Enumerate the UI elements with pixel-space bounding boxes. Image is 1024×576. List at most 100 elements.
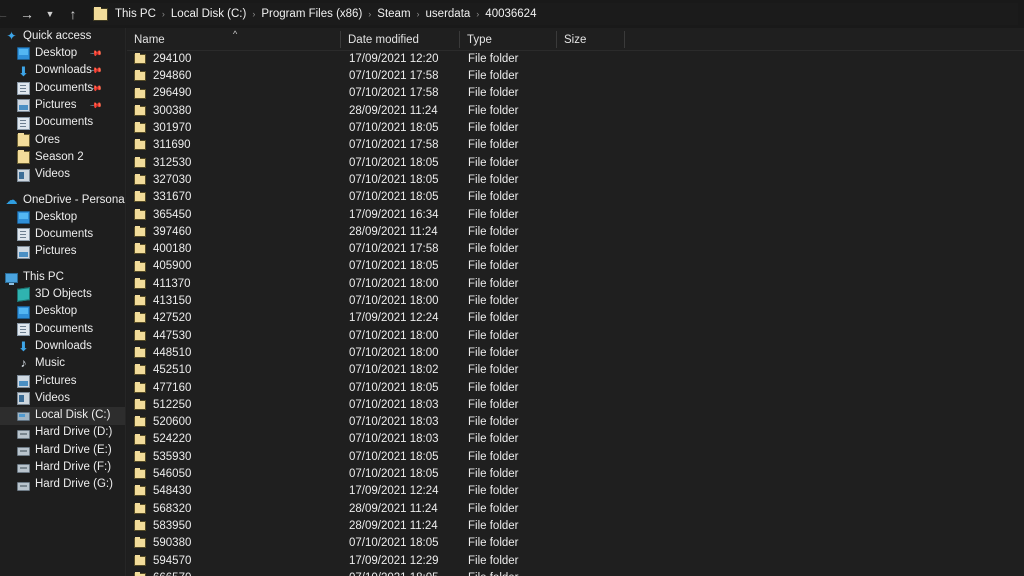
navigation-pane[interactable]: ✦ Quick access Desktop 📌 ⬇ Downloads 📌 Document…	[0, 28, 126, 576]
downloads-icon: ⬇	[18, 339, 29, 355]
folder-icon	[134, 537, 146, 549]
table-row[interactable]: 427520 17/09/2021 12:24 File folder	[127, 310, 1024, 327]
table-row[interactable]: 594570 17/09/2021 12:29 File folder	[127, 553, 1024, 570]
sidebar-item-label: OneDrive - Personal	[23, 193, 126, 206]
sidebar-item-hard-drive-d[interactable]: Hard Drive (D:)	[0, 425, 125, 442]
breadcrumb-item[interactable]: Program Files (x86)	[256, 3, 367, 25]
folder-icon	[134, 104, 146, 116]
table-row[interactable]: 477160 07/10/2021 18:05 File folder	[127, 380, 1024, 397]
table-row[interactable]: 568320 28/09/2021 11:24 File folder	[127, 501, 1024, 518]
file-list-pane[interactable]: Name ^ Date modified Type Size 294100 17/09/2…	[127, 28, 1024, 576]
table-row[interactable]: 535930 07/10/2021 18:05 File folder	[127, 449, 1024, 466]
sidebar-item-season-2[interactable]: Season 2	[0, 149, 125, 166]
table-row[interactable]: 448510 07/10/2021 18:00 File folder	[127, 345, 1024, 362]
sidebar-item-pictures[interactable]: Pictures 📌	[0, 97, 125, 114]
table-row[interactable]: 411370 07/10/2021 18:00 File folder	[127, 276, 1024, 293]
date-modified: 07/10/2021 18:05	[349, 450, 439, 463]
pin-icon[interactable]: 📌	[90, 99, 103, 112]
table-row[interactable]: 66657007/10/2021 18:05File folder	[127, 570, 1024, 576]
table-row[interactable]: 400180 07/10/2021 17:58 File folder	[127, 241, 1024, 258]
column-divider[interactable]	[624, 31, 625, 48]
sidebar-item-hard-drive-e[interactable]: Hard Drive (E:)	[0, 442, 125, 459]
file-type: File folder	[468, 398, 519, 411]
sidebar-item-label: Pictures	[35, 374, 77, 387]
sidebar-item-downloads[interactable]: ⬇ Downloads	[0, 338, 125, 355]
table-row[interactable]: 590380 07/10/2021 18:05 File folder	[127, 535, 1024, 552]
sidebar-item-onedrive-personal[interactable]: ☁ OneDrive - Personal	[0, 192, 126, 209]
sidebar-item-label: Desktop	[35, 210, 78, 223]
column-header-type[interactable]: Type	[460, 28, 492, 51]
table-row[interactable]: 512250 07/10/2021 18:03 File folder	[127, 397, 1024, 414]
file-type: File folder	[468, 416, 519, 429]
pin-icon[interactable]: 📌	[90, 47, 103, 60]
sidebar-item-pictures[interactable]: Pictures	[0, 244, 125, 261]
table-row[interactable]: 397460 28/09/2021 11:24 File folder	[127, 224, 1024, 241]
breadcrumb-item[interactable]: 40036624	[480, 3, 541, 25]
sidebar-item-hard-drive-f[interactable]: Hard Drive (F:)	[0, 459, 125, 476]
folder-icon	[134, 122, 146, 134]
back-button[interactable]: ←	[0, 1, 14, 27]
sidebar-item-desktop[interactable]: Desktop	[0, 209, 125, 226]
sidebar-item-this-pc[interactable]: This PC	[0, 269, 125, 286]
table-row[interactable]: 294860 07/10/2021 17:58 File folder	[127, 68, 1024, 85]
column-header-size[interactable]: Size	[557, 28, 586, 51]
breadcrumb-item[interactable]: Local Disk (C:)	[166, 3, 251, 25]
hard-drive-icon	[17, 446, 30, 456]
sidebar-item-videos[interactable]: Videos	[0, 390, 125, 407]
quick-access-star-icon: ✦	[6, 29, 17, 44]
table-row[interactable]: 524220 07/10/2021 18:03 File folder	[127, 432, 1024, 449]
table-row[interactable]: 300380 28/09/2021 11:24 File folder	[127, 103, 1024, 120]
breadcrumb-item[interactable]: Steam	[372, 3, 415, 25]
table-row[interactable]: 331670 07/10/2021 18:05 File folder	[127, 189, 1024, 206]
breadcrumb[interactable]: This PC › Local Disk (C:) › Program Files (x…	[90, 3, 1018, 25]
sidebar-item-pictures[interactable]: Pictures	[0, 373, 125, 390]
table-row[interactable]: 312530 07/10/2021 18:05 File folder	[127, 155, 1024, 172]
table-row[interactable]: 413150 07/10/2021 18:00 File folder	[127, 293, 1024, 310]
table-row[interactable]: 405900 07/10/2021 18:05 File folder	[127, 259, 1024, 276]
table-row[interactable]: 452510 07/10/2021 18:02 File folder	[127, 362, 1024, 379]
file-name: 301970	[153, 122, 192, 135]
sidebar-item-label: Pictures	[35, 99, 77, 112]
breadcrumb-item[interactable]: This PC	[110, 3, 161, 25]
recent-locations-button[interactable]: ▼	[40, 1, 60, 27]
table-row[interactable]: 447530 07/10/2021 18:00 File folder	[127, 328, 1024, 345]
sidebar-item-documents[interactable]: Documents	[0, 114, 125, 131]
sidebar-item-hard-drive-g[interactable]: Hard Drive (G:)	[0, 476, 125, 493]
sidebar-item-local-disk-c[interactable]: Local Disk (C:)	[0, 407, 125, 425]
sidebar-item-documents[interactable]: Documents 📌	[0, 80, 125, 97]
column-divider[interactable]	[459, 31, 460, 48]
sidebar-item-documents[interactable]: Documents	[0, 321, 125, 338]
up-button[interactable]: ↑	[60, 1, 86, 27]
table-row[interactable]: 311690 07/10/2021 17:58 File folder	[127, 137, 1024, 154]
column-header-date-modified[interactable]: Date modified	[341, 28, 419, 51]
table-row[interactable]: 546050 07/10/2021 18:05 File folder	[127, 466, 1024, 483]
sidebar-item-ores[interactable]: Ores	[0, 132, 125, 149]
file-list[interactable]: 294100 17/09/2021 12:20 File folder 294860 0…	[127, 51, 1024, 576]
table-row[interactable]: 327030 07/10/2021 18:05 File folder	[127, 172, 1024, 189]
breadcrumb-item[interactable]: userdata	[421, 3, 476, 25]
column-divider[interactable]	[556, 31, 557, 48]
column-header-row[interactable]: Name ^ Date modified Type Size	[127, 28, 1024, 51]
sidebar-item-quick-access[interactable]: ✦ Quick access	[0, 28, 125, 45]
table-row[interactable]: 365450 17/09/2021 16:34 File folder	[127, 207, 1024, 224]
table-row[interactable]: 301970 07/10/2021 18:05 File folder	[127, 120, 1024, 137]
sidebar-item-music[interactable]: ♪ Music	[0, 355, 125, 372]
column-header-name[interactable]: Name	[127, 28, 165, 51]
sidebar-item-3d-objects[interactable]: 3D Objects	[0, 286, 125, 303]
date-modified: 17/09/2021 16:34	[349, 208, 439, 221]
sidebar-item-downloads[interactable]: ⬇ Downloads 📌	[0, 63, 125, 80]
table-row[interactable]: 548430 17/09/2021 12:24 File folder	[127, 483, 1024, 500]
sidebar-item-documents[interactable]: Documents	[0, 226, 125, 243]
sidebar-item-desktop[interactable]: Desktop	[0, 303, 125, 320]
sidebar-item-desktop[interactable]: Desktop 📌	[0, 45, 125, 62]
table-row[interactable]: 520600 07/10/2021 18:03 File folder	[127, 414, 1024, 431]
sidebar-item-videos[interactable]: Videos	[0, 166, 125, 183]
table-row[interactable]: 294100 17/09/2021 12:20 File folder	[127, 51, 1024, 68]
file-name: 413150	[153, 295, 192, 308]
table-row[interactable]: 583950 28/09/2021 11:24 File folder	[127, 518, 1024, 535]
folder-icon	[134, 520, 146, 532]
forward-button[interactable]: →	[14, 1, 40, 27]
column-divider[interactable]	[340, 31, 341, 48]
file-name: 397460	[153, 225, 192, 238]
table-row[interactable]: 296490 07/10/2021 17:58 File folder	[127, 86, 1024, 103]
